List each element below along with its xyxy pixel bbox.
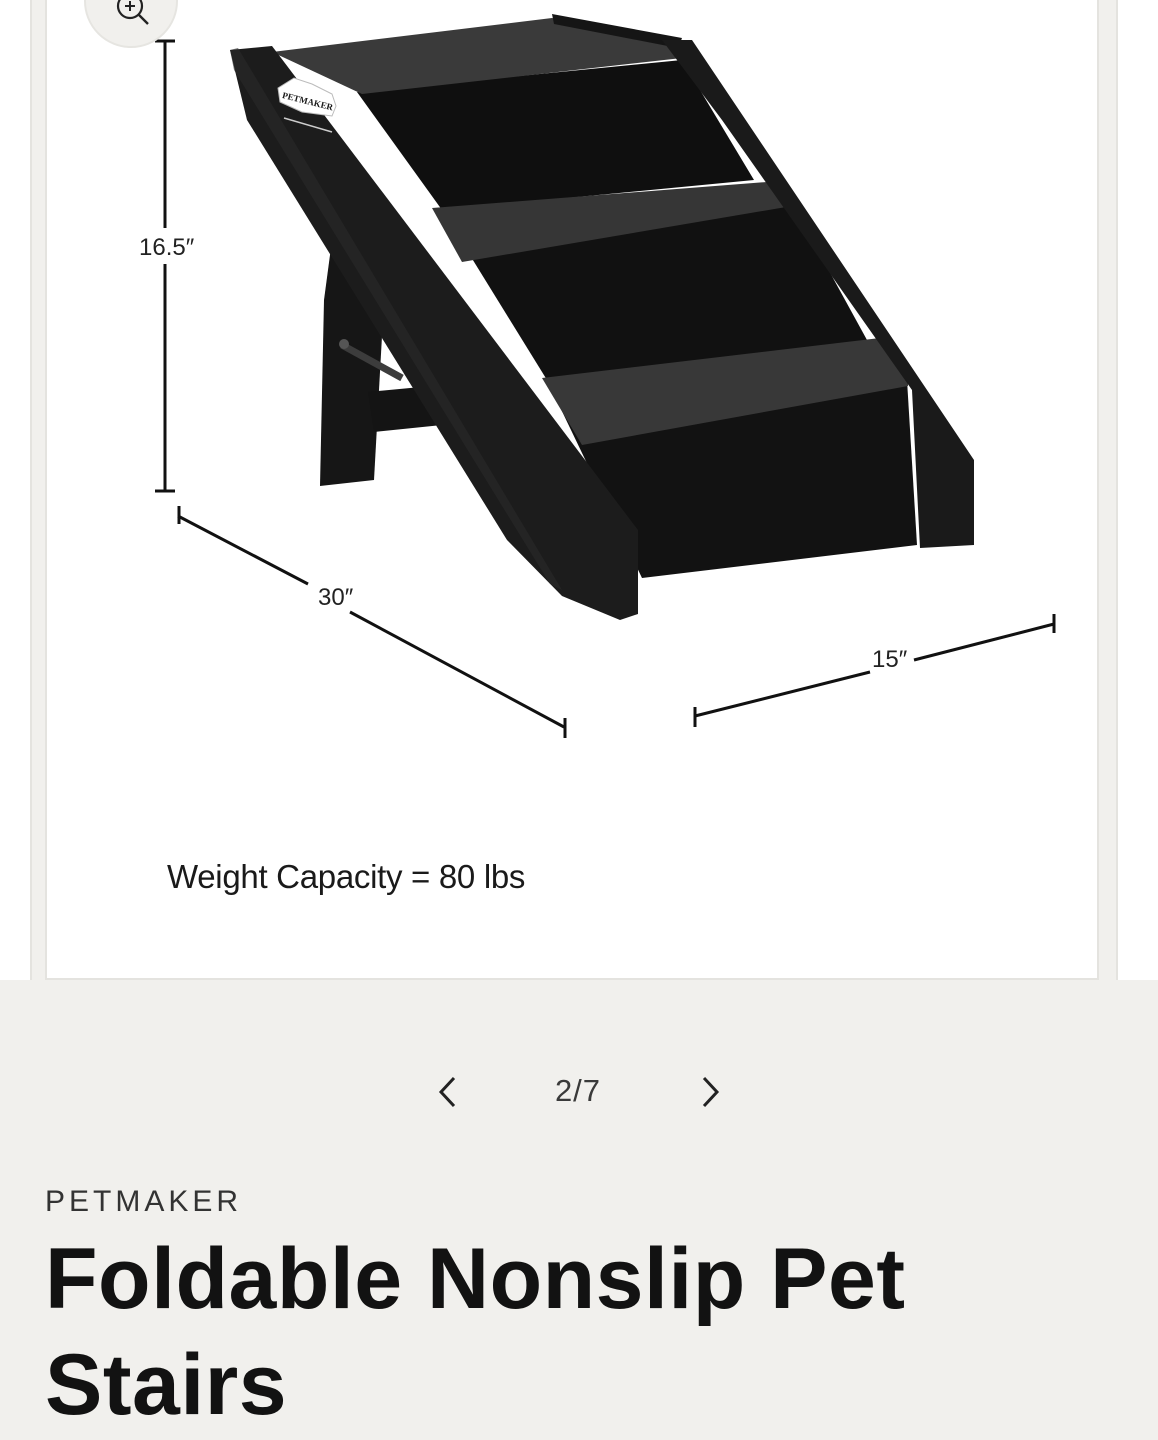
image-counter: 2/7 [554,1073,602,1108]
chevron-right-icon [702,1076,720,1108]
next-image-button[interactable] [686,1068,734,1116]
product-title: Foldable Nonslip Pet Stairs [45,1231,906,1433]
product-image-gallery: PETMAKER 16.5″ 30″ 15″ Weight Capacity =… [0,0,1158,982]
height-dimension-label: 16.5″ [139,234,195,261]
next-slide-preview[interactable] [1116,0,1158,980]
length-dimension-label: 30″ [318,584,354,611]
previous-slide-preview[interactable] [0,0,32,980]
weight-capacity-text: Weight Capacity = 80 lbs [167,858,526,895]
zoom-button[interactable] [84,0,178,48]
pet-stairs-image: PETMAKER [132,14,1056,738]
height-dimension-line [132,39,202,493]
product-image-slide[interactable]: PETMAKER 16.5″ 30″ 15″ Weight Capacity =… [45,0,1099,980]
product-brand[interactable]: PETMAKER [45,1185,242,1219]
chevron-left-icon [438,1076,456,1108]
image-pager: 2/7 [0,1060,1158,1124]
zoom-in-icon [116,0,149,25]
width-dimension-label: 15″ [872,646,908,673]
previous-image-button[interactable] [424,1068,472,1116]
length-dimension-line [177,506,567,738]
